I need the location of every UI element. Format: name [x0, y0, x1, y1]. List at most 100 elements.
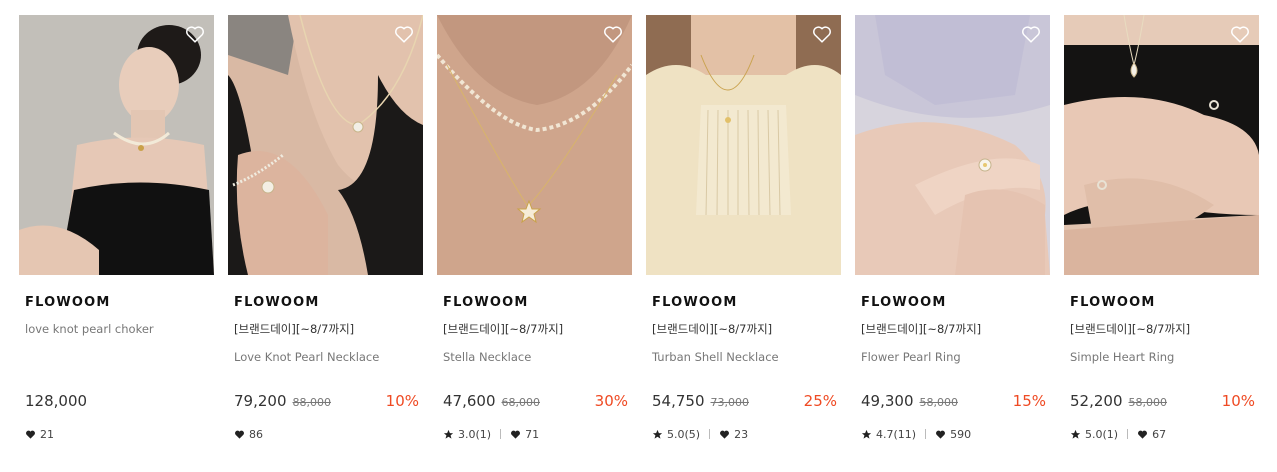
sale-price: 79,200 [234, 392, 287, 410]
likes: 590 [935, 428, 971, 441]
product-image[interactable] [855, 15, 1050, 275]
likes-count: 23 [734, 427, 749, 441]
sale-price: 49,300 [861, 392, 914, 410]
brand-name[interactable]: FLOWOOM [437, 295, 632, 311]
product-name[interactable]: Simple Heart Ring [1064, 349, 1259, 365]
product-card[interactable]: FLOWOOM [브랜드데이][~8/7까지] Love Knot Pearl … [228, 15, 423, 441]
product-grid: FLOWOOM love knot pearl choker 128,000 2… [19, 15, 1259, 441]
brand-name[interactable]: FLOWOOM [228, 295, 423, 311]
product-card[interactable]: FLOWOOM [브랜드데이][~8/7까지] Turban Shell Nec… [646, 15, 841, 441]
heart-icon [936, 430, 946, 439]
price-row: 79,200 88,000 10% [234, 392, 419, 412]
product-photo [1064, 15, 1259, 275]
divider [1127, 429, 1129, 439]
discount-rate: 10% [1221, 392, 1255, 410]
product-card[interactable]: FLOWOOM [브랜드데이][~8/7까지] Flower Pearl Rin… [855, 15, 1050, 441]
original-price: 68,000 [501, 396, 541, 409]
rating: 3.0(1) [443, 428, 491, 441]
product-photo [19, 15, 214, 275]
star-icon [443, 429, 454, 439]
brand-name[interactable]: FLOWOOM [1064, 295, 1259, 311]
product-name[interactable]: Stella Necklace [437, 349, 632, 365]
sale-price: 47,600 [443, 392, 496, 410]
product-meta: 5.0(5) 23 [652, 427, 748, 441]
product-meta: 21 [25, 427, 54, 441]
original-price: 73,000 [710, 396, 750, 409]
likes: 23 [719, 428, 748, 441]
product-image[interactable] [19, 15, 214, 275]
product-photo [228, 15, 423, 275]
promo-tag: [브랜드데이][~8/7까지] [861, 322, 982, 336]
likes: 71 [510, 428, 539, 441]
divider [925, 429, 927, 439]
likes: 67 [1137, 428, 1166, 441]
product-meta: 86 [234, 427, 263, 441]
likes-count: 67 [1152, 427, 1167, 441]
sale-price: 52,200 [1070, 392, 1123, 410]
sale-price: 128,000 [25, 392, 88, 410]
rating-value: 4.7(11) [876, 427, 917, 441]
product-card[interactable]: FLOWOOM [브랜드데이][~8/7까지] Simple Heart Rin… [1064, 15, 1259, 441]
product-name[interactable]: love knot pearl choker [19, 321, 214, 337]
wishlist-heart-icon[interactable] [393, 23, 415, 45]
product-name[interactable]: Love Knot Pearl Necklace [228, 349, 423, 365]
product-image[interactable] [228, 15, 423, 275]
sale-price: 54,750 [652, 392, 705, 410]
wishlist-heart-icon[interactable] [602, 23, 624, 45]
likes: 21 [25, 428, 54, 441]
product-meta: 3.0(1) 71 [443, 427, 539, 441]
product-image[interactable] [1064, 15, 1259, 275]
discount-rate: 10% [385, 392, 419, 410]
heart-icon [26, 430, 35, 439]
rating-value: 5.0(1) [1085, 427, 1119, 441]
wishlist-heart-icon[interactable] [1020, 23, 1042, 45]
wishlist-heart-icon[interactable] [1229, 23, 1251, 45]
brand-name[interactable]: FLOWOOM [19, 295, 214, 311]
heart-icon [235, 430, 244, 439]
price-row: 52,200 58,000 10% [1070, 392, 1255, 412]
likes-count: 86 [249, 427, 263, 441]
original-price: 58,000 [919, 396, 959, 409]
product-image[interactable] [437, 15, 632, 275]
brand-name[interactable]: FLOWOOM [646, 295, 841, 311]
price-row: 128,000 [25, 392, 210, 412]
heart-icon [511, 430, 521, 439]
discount-rate: 15% [1012, 392, 1046, 410]
promo-tag: [브랜드데이][~8/7까지] [443, 322, 564, 336]
star-icon [861, 429, 872, 439]
star-icon [1070, 429, 1081, 439]
price-row: 54,750 73,000 25% [652, 392, 837, 412]
price-row: 47,600 68,000 30% [443, 392, 628, 412]
rating-value: 3.0(1) [458, 427, 492, 441]
product-name[interactable]: Turban Shell Necklace [646, 349, 841, 365]
discount-rate: 30% [594, 392, 628, 410]
price-row: 49,300 58,000 15% [861, 392, 1046, 412]
wishlist-heart-icon[interactable] [811, 23, 833, 45]
promo-tag: [브랜드데이][~8/7까지] [652, 322, 773, 336]
divider [709, 429, 711, 439]
promo-tag: [브랜드데이][~8/7까지] [234, 322, 355, 336]
product-photo [646, 15, 841, 275]
divider [500, 429, 502, 439]
product-card[interactable]: FLOWOOM [브랜드데이][~8/7까지] Stella Necklace … [437, 15, 632, 441]
likes: 86 [234, 428, 263, 441]
likes-count: 21 [40, 427, 54, 441]
product-meta: 4.7(11) 590 [861, 427, 971, 441]
product-card[interactable]: FLOWOOM love knot pearl choker 128,000 2… [19, 15, 214, 441]
rating: 5.0(1) [1070, 428, 1118, 441]
rating-value: 5.0(5) [667, 427, 701, 441]
wishlist-heart-icon[interactable] [184, 23, 206, 45]
rating: 5.0(5) [652, 428, 700, 441]
original-price: 88,000 [292, 396, 332, 409]
product-photo [855, 15, 1050, 275]
heart-icon [1138, 430, 1148, 439]
product-photo [437, 15, 632, 275]
product-image[interactable] [646, 15, 841, 275]
star-icon [652, 429, 663, 439]
rating: 4.7(11) [861, 428, 916, 441]
product-name[interactable]: Flower Pearl Ring [855, 349, 1050, 365]
likes-count: 71 [525, 427, 540, 441]
brand-name[interactable]: FLOWOOM [855, 295, 1050, 311]
product-meta: 5.0(1) 67 [1070, 427, 1166, 441]
original-price: 58,000 [1128, 396, 1168, 409]
